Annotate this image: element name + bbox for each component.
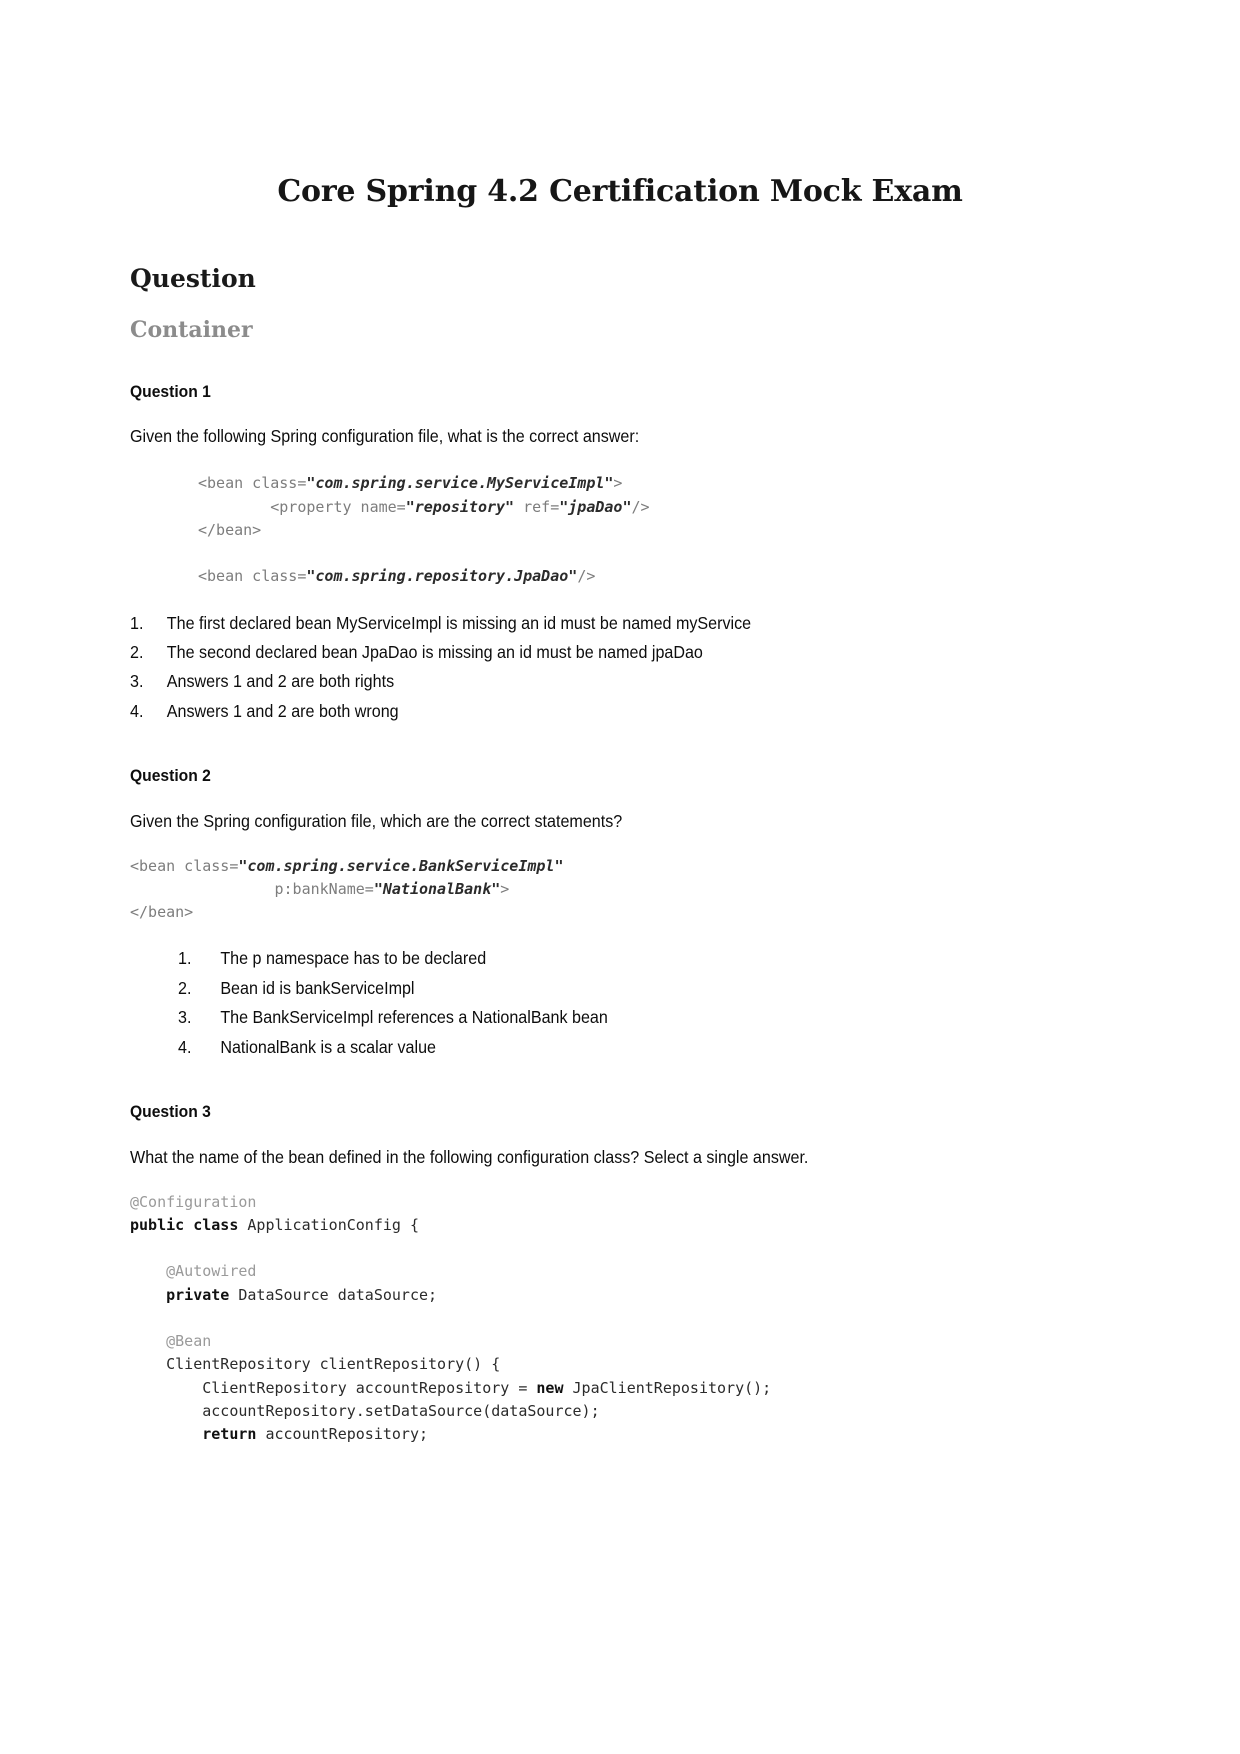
statement-set-datasource: accountRepository.setDataSource(dataSour… — [130, 1401, 600, 1420]
list-item[interactable]: 4. Answers 1 and 2 are both wrong — [130, 697, 1032, 726]
list-item[interactable]: 3. Answers 1 and 2 are both rights — [130, 667, 1032, 696]
code-line-5-part-2: /> — [577, 567, 596, 586]
code-line-1-string: "com.spring.service.MyServiceImpl" — [306, 474, 614, 493]
code-line-2-string: "NationalBank" — [373, 879, 501, 898]
question-3-prompt: What the name of the bean defined in the… — [130, 1146, 809, 1167]
option-text: Bean id is bankServiceImpl — [220, 977, 415, 998]
question-3-heading: Question 3 — [130, 1101, 211, 1121]
code-line-5-string: "com.spring.repository.JpaDao" — [306, 567, 578, 586]
statement-return-value: accountRepository; — [256, 1425, 429, 1443]
code-line-2-part-1: <property name= — [198, 497, 406, 516]
code-line-2-part-2: > — [500, 879, 510, 898]
option-number: 2. — [130, 641, 144, 662]
question-1-code-block: <bean class="com.spring.service.MyServic… — [130, 448, 1110, 588]
code-line-2-part-2: ref= — [514, 497, 560, 516]
option-text: NationalBank is a scalar value — [220, 1036, 437, 1057]
question-1-prompt: Given the following Spring configuration… — [130, 426, 640, 447]
question-1-options: 1. The first declared bean MyServiceImpl … — [130, 589, 1110, 727]
option-text: The p namespace has to be declared — [220, 948, 487, 969]
document-title: Core Spring 4.2 Certification Mock Exam — [277, 174, 963, 209]
option-text: Answers 1 and 2 are both rights — [166, 671, 395, 692]
list-item[interactable]: 1. The first declared bean MyServiceImpl … — [130, 609, 1032, 638]
option-number: 1. — [178, 948, 192, 969]
code-line-2-string-2: "jpaDao" — [559, 497, 632, 516]
code-line-1-part-2: > — [613, 474, 623, 493]
annotation-bean: @Bean — [130, 1332, 212, 1350]
annotation-configuration: @Configuration — [130, 1192, 257, 1211]
question-2-options: 1. The p namespace has to be declared 2. B… — [178, 924, 1110, 1062]
question-2-prompt: Given the Spring configuration file, whi… — [130, 810, 623, 831]
option-number: 2. — [178, 977, 192, 998]
keyword-private: private — [130, 1285, 230, 1304]
question-3-code-block: @Configuration public class ApplicationC… — [130, 1169, 1110, 1447]
option-number: 3. — [178, 1007, 192, 1028]
keyword-new: new — [536, 1378, 564, 1397]
list-item[interactable]: 2. Bean id is bankServiceImpl — [178, 974, 1035, 1003]
list-item[interactable]: 2. The second declared bean JpaDao is mis… — [130, 638, 1032, 667]
method-clientrepository: ClientRepository clientRepository() { — [130, 1355, 501, 1374]
code-line-3: </bean> — [130, 903, 194, 922]
subsection-heading-container: Container — [130, 316, 253, 343]
annotation-autowired: @Autowired — [130, 1262, 257, 1281]
option-number: 1. — [130, 612, 144, 633]
section-heading-question: Question — [130, 264, 256, 293]
code-line-2-string-1: "repository" — [405, 497, 515, 516]
option-number: 4. — [130, 700, 144, 721]
option-number: 3. — [130, 671, 144, 692]
list-item[interactable]: 4. NationalBank is a scalar value — [178, 1033, 1035, 1062]
code-line-1-part-1: <bean class= — [198, 474, 307, 493]
list-item[interactable]: 1. The p namespace has to be declared — [178, 944, 1035, 973]
class-name-applicationconfig: ApplicationConfig { — [238, 1215, 419, 1234]
option-text: The first declared bean MyServiceImpl is… — [166, 612, 752, 633]
code-line-2-part-1: p:bankName= — [130, 879, 374, 898]
code-line-3: </bean> — [198, 520, 262, 539]
code-line-1-string: "com.spring.service.BankServiceImpl" — [238, 856, 564, 875]
question-1-heading: Question 1 — [130, 381, 211, 401]
code-line-2-part-3: /> — [631, 497, 650, 516]
code-line-5-part-1: <bean class= — [198, 567, 307, 586]
statement-new-repository-part-2: JpaClientRepository(); — [563, 1378, 772, 1397]
question-2-heading: Question 2 — [130, 766, 211, 786]
code-line-1-part-1: <bean class= — [130, 856, 239, 875]
option-text: The BankServiceImpl references a Nationa… — [220, 1007, 608, 1028]
keyword-public-class: public class — [130, 1215, 239, 1234]
keyword-return: return — [130, 1425, 257, 1443]
option-text: Answers 1 and 2 are both wrong — [166, 700, 399, 721]
field-datasource: DataSource dataSource; — [229, 1285, 438, 1304]
question-2-code-block: <bean class="com.spring.service.BankServ… — [130, 833, 1110, 925]
statement-new-repository-part-1: ClientRepository accountRepository = — [130, 1378, 537, 1397]
document-page: Core Spring 4.2 Certification Mock Exam … — [0, 0, 1240, 1754]
option-number: 4. — [178, 1036, 192, 1057]
list-item[interactable]: 3. The BankServiceImpl references a Natio… — [178, 1003, 1035, 1032]
option-text: The second declared bean JpaDao is missi… — [166, 641, 703, 662]
